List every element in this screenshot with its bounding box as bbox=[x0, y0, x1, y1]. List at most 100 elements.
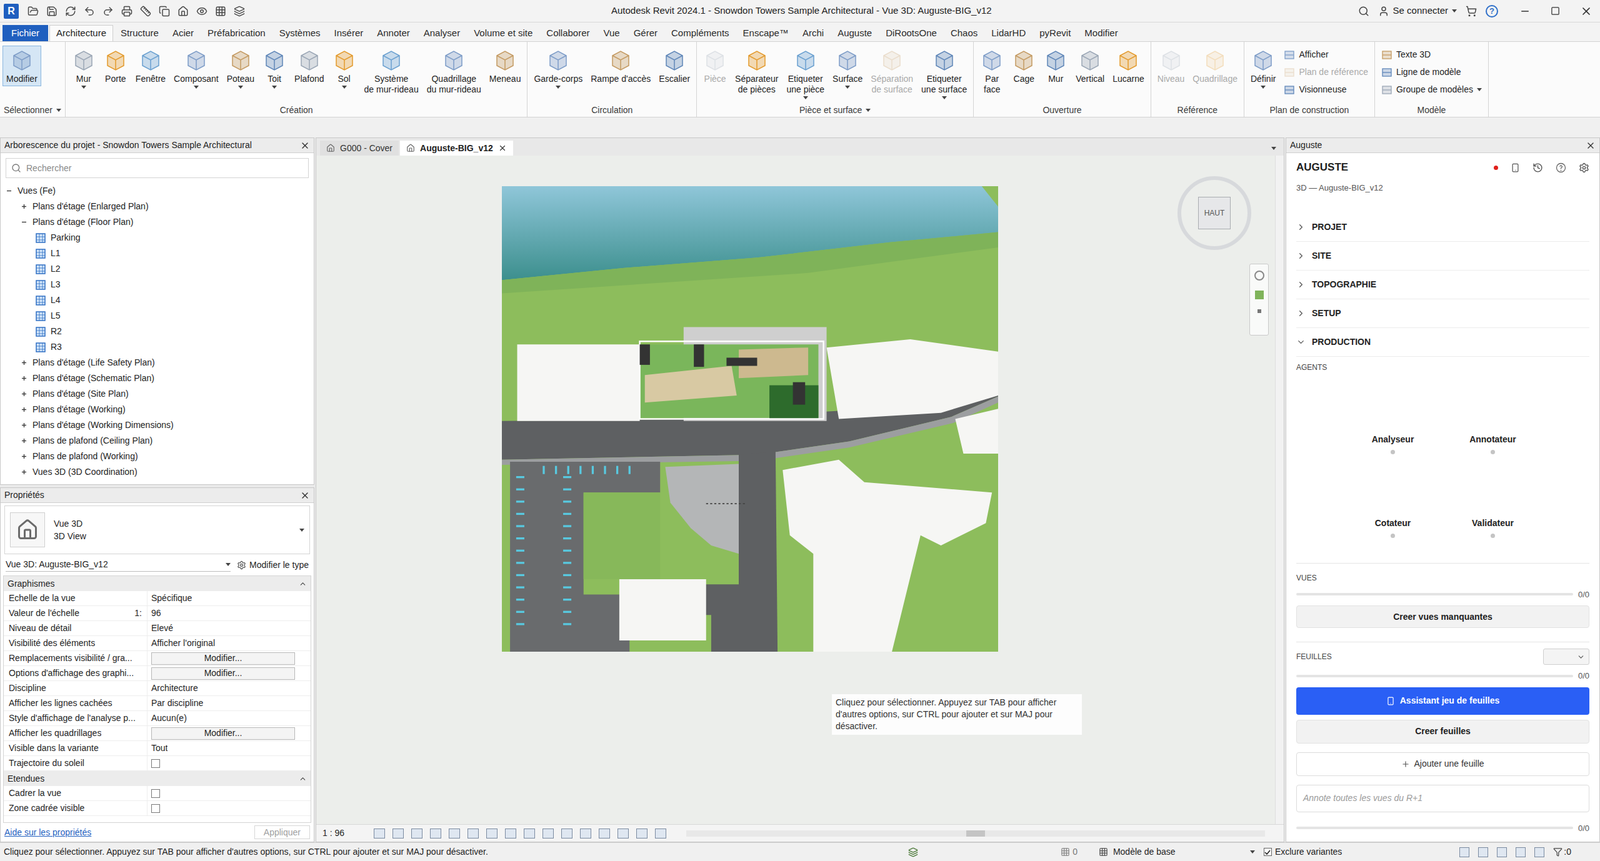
edit-type-button[interactable]: Modifier le type bbox=[236, 558, 309, 572]
close-icon[interactable] bbox=[1585, 140, 1596, 151]
property-row[interactable]: Zone cadrée visible bbox=[3, 801, 311, 817]
help-link[interactable]: Aide sur les propriétés bbox=[4, 826, 92, 840]
view-control-icon[interactable] bbox=[580, 828, 592, 839]
ribbon-tab[interactable]: Vue bbox=[597, 25, 627, 42]
view-control-icon[interactable] bbox=[655, 828, 667, 839]
property-row[interactable]: Visibilité des élémentsAfficher l'origin… bbox=[3, 636, 311, 652]
section-header[interactable]: Graphismes bbox=[3, 576, 311, 592]
ribbon-small-button[interactable]: Afficher bbox=[1283, 48, 1369, 62]
ribbon-button[interactable]: Porte bbox=[100, 45, 132, 87]
collapse-icon[interactable] bbox=[20, 218, 28, 226]
ribbon-button[interactable]: Surface bbox=[828, 45, 867, 91]
selection-option-icon[interactable] bbox=[1515, 847, 1526, 858]
ribbon-button[interactable]: Sol bbox=[328, 45, 360, 91]
settings-icon[interactable] bbox=[1578, 162, 1590, 174]
section-header[interactable]: Etendues bbox=[3, 771, 311, 787]
ribbon-tab[interactable]: Acier bbox=[166, 25, 200, 42]
toolbar-icon[interactable] bbox=[121, 5, 133, 17]
close-window-icon[interactable] bbox=[1580, 5, 1593, 18]
exclude-options-checkbox[interactable]: Exclure variantes bbox=[1263, 845, 1342, 859]
app-logo[interactable]: R bbox=[3, 3, 19, 19]
expand-icon[interactable] bbox=[20, 203, 28, 210]
create-sheets-button[interactable]: Creer feuilles bbox=[1296, 720, 1590, 744]
worksets-icon[interactable] bbox=[908, 847, 919, 858]
tree-item[interactable]: Plans d'étage (Schematic Plan) bbox=[0, 370, 314, 387]
expand-icon[interactable] bbox=[20, 406, 28, 414]
view-scale[interactable]: 1 : 96 bbox=[322, 826, 367, 840]
expand-icon[interactable] bbox=[20, 390, 28, 398]
property-row[interactable]: Trajectoire du soleil bbox=[3, 756, 311, 772]
browser-search[interactable]: Rechercher bbox=[5, 158, 309, 179]
property-row[interactable]: Visible dans la varianteTout bbox=[3, 741, 311, 757]
tree-item[interactable]: L4 bbox=[0, 292, 314, 309]
sign-in[interactable]: Se connecter bbox=[1378, 3, 1457, 19]
ribbon-button[interactable]: Escalier bbox=[655, 45, 694, 87]
viewcube[interactable]: HAUT bbox=[1177, 176, 1252, 250]
ribbon-tab[interactable]: pyRevit bbox=[1033, 25, 1077, 42]
view-tab[interactable]: G000 - Cover bbox=[320, 140, 399, 156]
view-control-icon[interactable] bbox=[430, 828, 442, 839]
toolbar-icon[interactable] bbox=[233, 5, 245, 17]
tree-item[interactable]: Parking bbox=[0, 230, 314, 246]
checkbox[interactable] bbox=[151, 804, 160, 814]
view-control-icon[interactable] bbox=[505, 828, 517, 839]
tree-item[interactable]: Plans de plafond (Working) bbox=[0, 448, 314, 465]
ribbon-button[interactable]: Mur bbox=[1040, 45, 1072, 87]
ribbon-tab[interactable]: Enscape™ bbox=[736, 25, 795, 42]
ribbon-tab[interactable]: Collaborer bbox=[540, 25, 596, 42]
expand-icon[interactable] bbox=[20, 437, 28, 445]
property-row[interactable]: DisciplineArchitecture bbox=[3, 681, 311, 697]
expand-icon[interactable] bbox=[20, 421, 28, 429]
view-control-icon[interactable] bbox=[617, 828, 629, 839]
ribbon-tab[interactable]: LidarHD bbox=[985, 25, 1032, 42]
ribbon-button[interactable]: Séparation de surface bbox=[866, 45, 917, 97]
tree-item[interactable]: L3 bbox=[0, 276, 314, 293]
instance-selector[interactable]: Vue 3D: Auguste-BIG_v12 bbox=[5, 558, 231, 572]
ribbon-button[interactable]: Garde-corps bbox=[530, 45, 587, 91]
ribbon-small-button[interactable]: Groupe de modèles bbox=[1381, 83, 1482, 97]
property-row[interactable]: Valeur de l'échelle1:96 bbox=[3, 606, 311, 622]
accordion-section[interactable]: TOPOGRAPHIE bbox=[1296, 270, 1590, 300]
toolbar-icon[interactable] bbox=[46, 5, 58, 17]
toolbar-icon[interactable] bbox=[83, 5, 95, 17]
property-row[interactable]: Cadrer la vue bbox=[3, 786, 311, 802]
ribbon-tab[interactable]: Architecture bbox=[49, 25, 114, 42]
expand-icon[interactable] bbox=[20, 359, 28, 367]
ribbon-button[interactable]: Meneau bbox=[485, 45, 525, 87]
tree-item[interactable]: Vues (Fe) bbox=[0, 183, 314, 199]
tree-item[interactable]: Plans d'étage (Working Dimensions) bbox=[0, 417, 314, 434]
agent[interactable]: Annotateur bbox=[1443, 433, 1544, 455]
ribbon-tab[interactable]: Auguste bbox=[831, 25, 879, 42]
close-icon[interactable] bbox=[300, 140, 310, 151]
property-row[interactable]: Afficher les quadrillagesModifier... bbox=[3, 726, 311, 742]
type-selector[interactable]: Vue 3D3D View bbox=[4, 505, 310, 555]
cart-icon[interactable] bbox=[1465, 5, 1477, 17]
view-control-icon[interactable] bbox=[598, 828, 610, 839]
file-tab[interactable]: Fichier bbox=[2, 25, 49, 42]
ribbon-button[interactable]: Lucarne bbox=[1108, 45, 1149, 87]
view-control-icon[interactable] bbox=[392, 828, 404, 839]
tree-item[interactable]: L1 bbox=[0, 245, 314, 262]
selection-option-icon[interactable] bbox=[1459, 847, 1470, 858]
sheet-set-select[interactable] bbox=[1543, 648, 1590, 665]
view-control-icon[interactable] bbox=[542, 828, 554, 839]
property-row[interactable]: Echelle de la vueSpécifique bbox=[3, 591, 311, 607]
tree-item[interactable]: Plans de plafond (Ceiling Plan) bbox=[0, 433, 314, 449]
tree-item[interactable]: Plans d'étage (Life Safety Plan) bbox=[0, 355, 314, 371]
sheet-wizard-button[interactable]: Assistant jeu de feuilles bbox=[1296, 687, 1590, 715]
help-icon[interactable] bbox=[1555, 162, 1567, 174]
close-tab-icon[interactable] bbox=[498, 143, 507, 153]
ribbon-button[interactable]: Rampe d'accès bbox=[586, 45, 655, 87]
selection-option-icon[interactable] bbox=[1478, 847, 1489, 858]
accordion-section[interactable]: SETUP bbox=[1296, 299, 1590, 329]
ribbon-tab[interactable]: Gérer bbox=[627, 25, 664, 42]
ribbon-button[interactable]: Par face bbox=[976, 45, 1008, 97]
toolbar-icon[interactable] bbox=[27, 5, 39, 17]
ribbon-tab[interactable]: Archi bbox=[796, 25, 830, 42]
view-control-icon[interactable] bbox=[561, 828, 573, 839]
expand-icon[interactable] bbox=[20, 468, 28, 476]
toolbar-icon[interactable] bbox=[102, 5, 114, 17]
ribbon-tab[interactable]: DiRootsOne bbox=[879, 25, 944, 42]
ribbon-tab[interactable]: Analyser bbox=[417, 25, 467, 42]
view-control-icon[interactable] bbox=[523, 828, 535, 839]
